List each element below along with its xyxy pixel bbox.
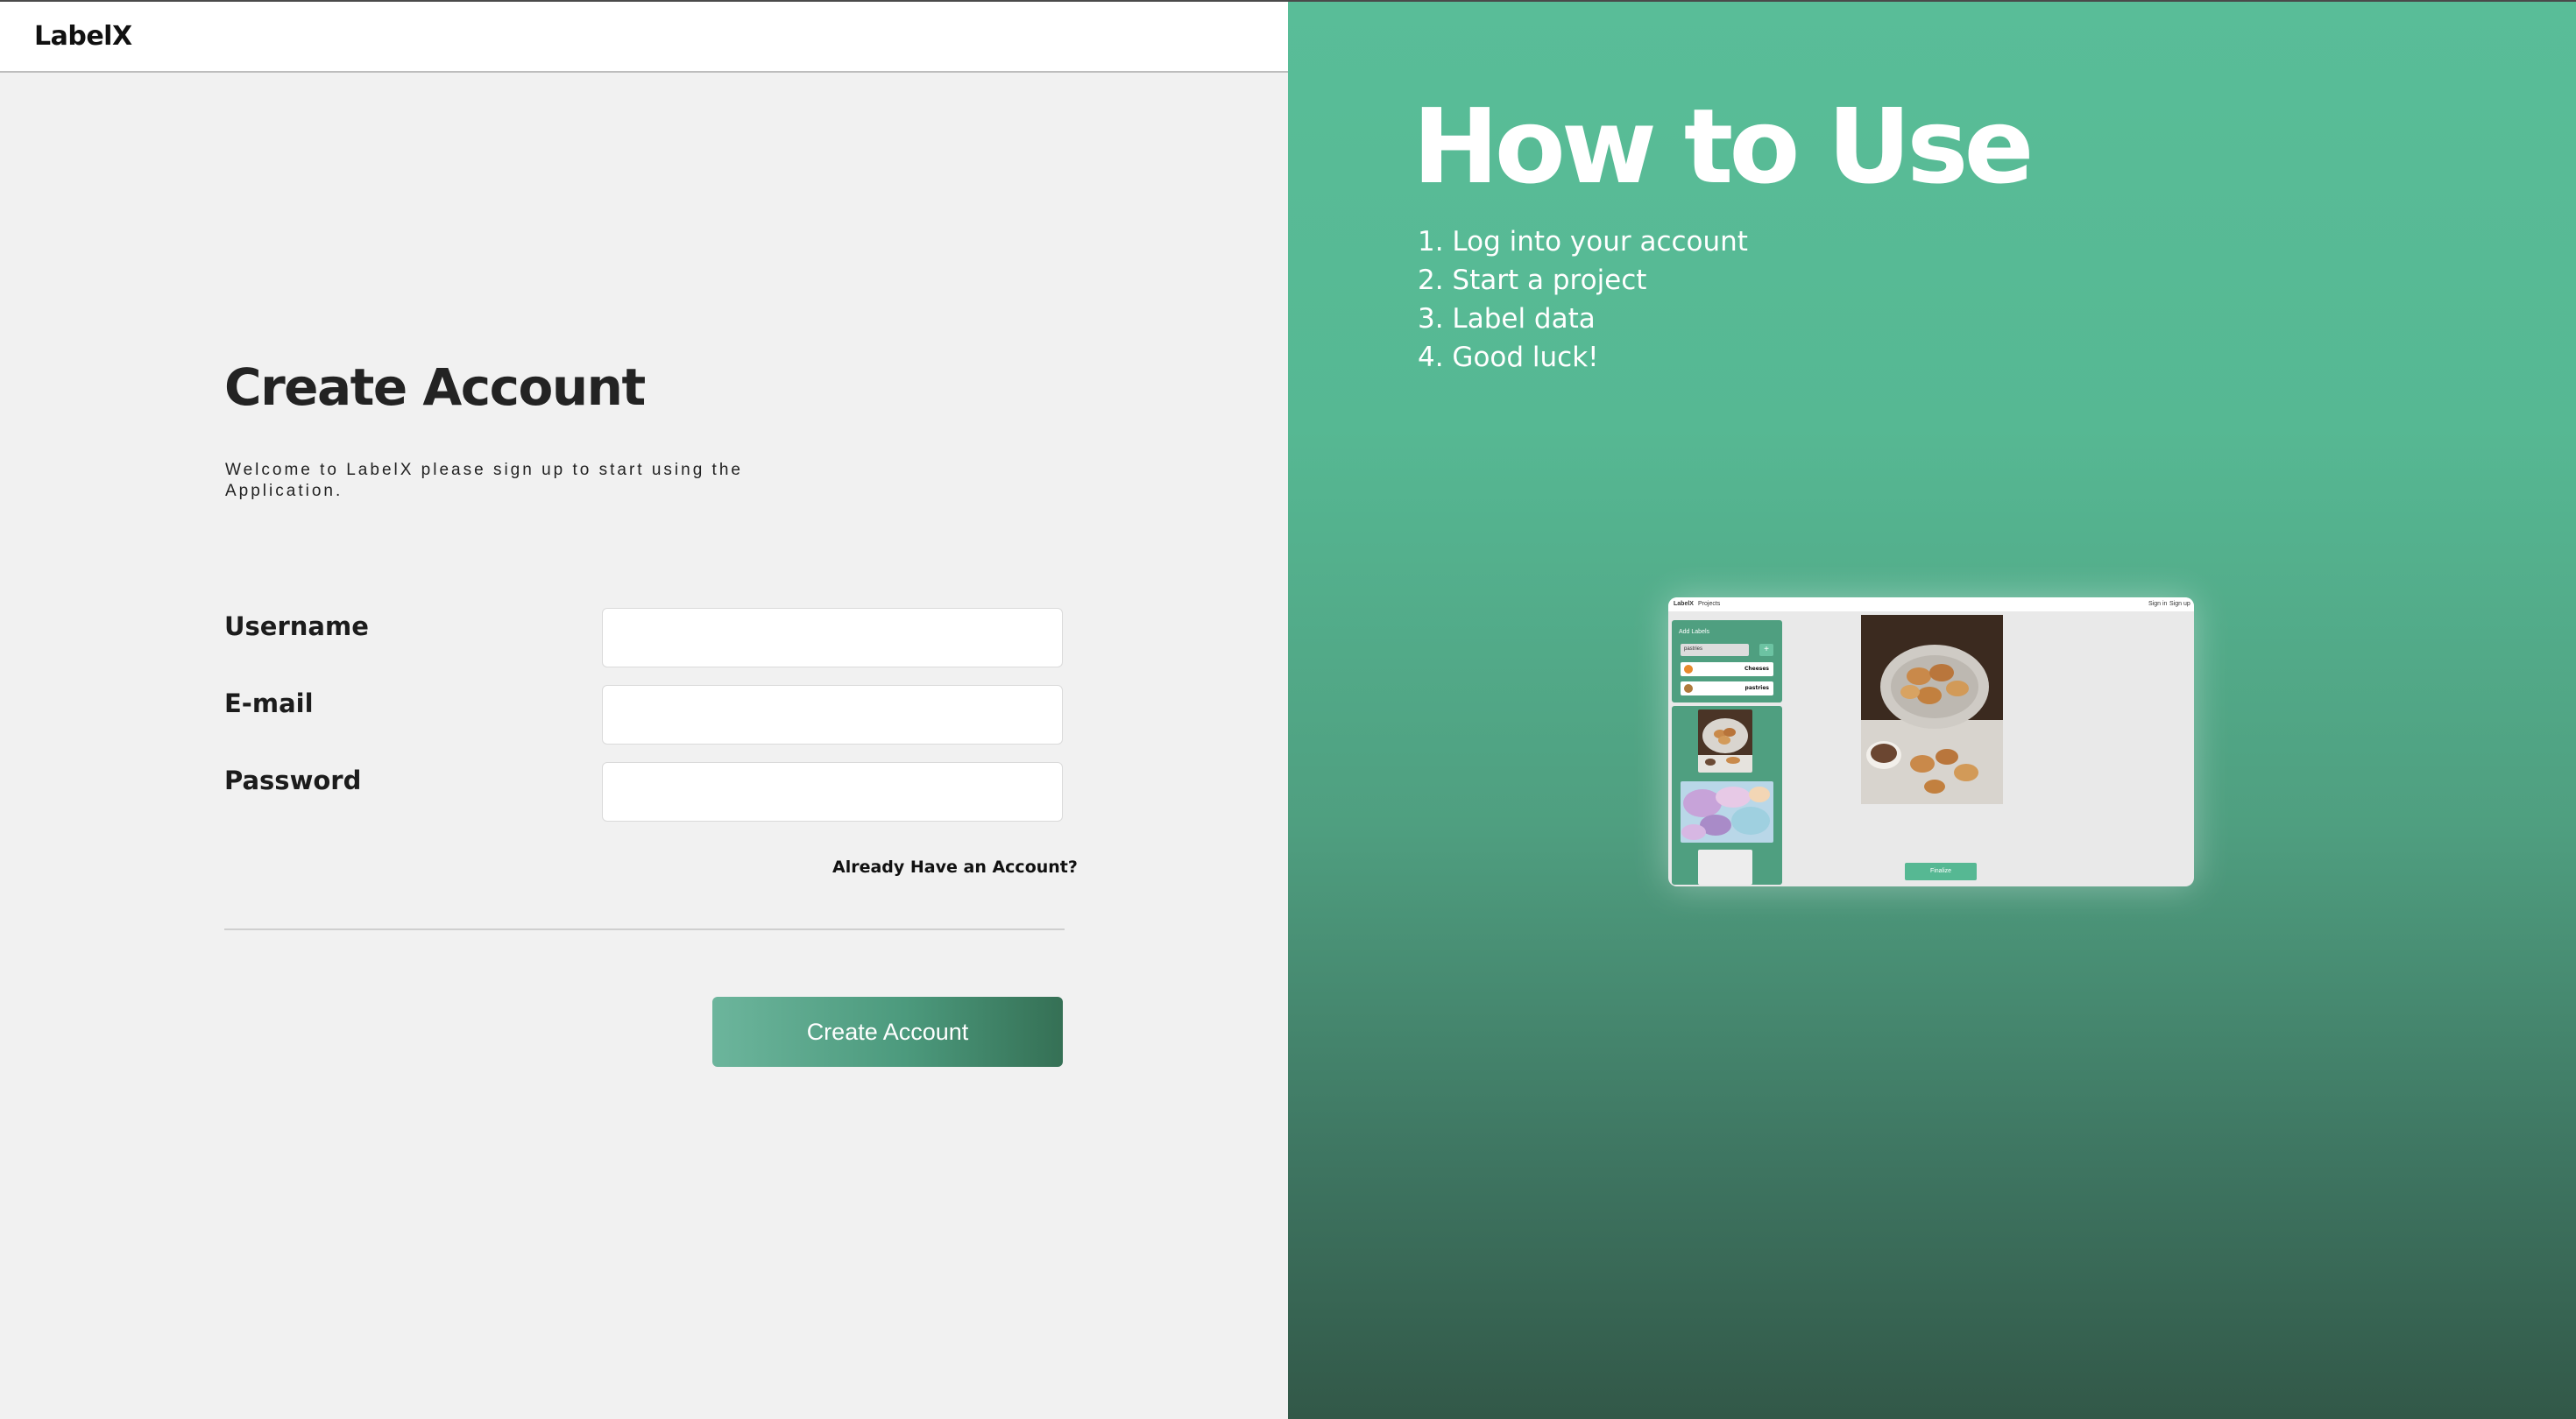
- preview-image-list: [1672, 706, 1782, 885]
- preview-nav-projects: Projects: [1698, 601, 1721, 607]
- password-input[interactable]: [602, 762, 1063, 822]
- top-navbar: LabelX: [0, 0, 1288, 73]
- abstract-thumbnail-image: [1681, 781, 1773, 843]
- pastries-thumbnail-image: [1698, 710, 1752, 773]
- username-input[interactable]: [602, 608, 1063, 667]
- preview-main-image: [1861, 615, 2003, 804]
- preview-label-item: pastries: [1681, 681, 1773, 695]
- password-label: Password: [224, 766, 362, 795]
- preview-label-color-dot: [1684, 665, 1693, 674]
- howto-title: How to Use: [1412, 86, 2035, 207]
- howto-step: 1. Log into your account: [1418, 226, 1748, 258]
- email-input[interactable]: [602, 685, 1063, 745]
- form-divider: [224, 928, 1065, 930]
- preview-nav-sign-up: Sign up: [2169, 601, 2190, 607]
- page-title: Create Account: [224, 357, 646, 417]
- howto-step: 2. Start a project: [1418, 265, 1647, 296]
- pastries-main-image: [1861, 615, 2003, 804]
- preview-thumbnail-abstract: [1681, 781, 1773, 843]
- app-logo[interactable]: LabelX: [34, 21, 132, 52]
- preview-navbar: LabelX Projects Sign in Sign up: [1668, 597, 2194, 611]
- preview-thumbnail-third: [1698, 850, 1752, 885]
- preview-label-color-dot: [1684, 684, 1693, 693]
- howto-steps: 1. Log into your account 2. Start a proj…: [1418, 222, 1748, 377]
- preview-thumbnail-pastries: [1698, 710, 1752, 773]
- page-subtitle: Welcome to LabelX please sign up to star…: [225, 461, 743, 500]
- signup-pane: LabelX Create Account Welcome to LabelX …: [0, 0, 1288, 1419]
- preview-nav-sign-in: Sign in: [2148, 601, 2168, 607]
- preview-label-input: pastries: [1681, 644, 1749, 656]
- preview-label-panel: Add Labels pastries + Cheeses pastries: [1672, 620, 1782, 702]
- preview-panel-heading: Add Labels: [1679, 629, 1710, 635]
- email-label: E-mail: [224, 688, 314, 718]
- preview-label-text: pastries: [1744, 685, 1769, 691]
- already-have-account-link[interactable]: Already Have an Account?: [832, 858, 1078, 877]
- username-label: Username: [224, 611, 369, 641]
- howto-step: 4. Good luck!: [1418, 342, 1599, 373]
- howto-pane: How to Use 1. Log into your account 2. S…: [1288, 0, 2576, 1419]
- preview-add-icon: +: [1759, 644, 1773, 656]
- preview-logo: LabelX: [1674, 601, 1694, 607]
- preview-label-text: Cheeses: [1744, 666, 1769, 672]
- app-preview-screenshot: LabelX Projects Sign in Sign up Add Labe…: [1668, 597, 2194, 886]
- howto-step: 3. Label data: [1418, 303, 1596, 335]
- preview-label-item: Cheeses: [1681, 662, 1773, 676]
- create-account-button[interactable]: Create Account: [712, 997, 1063, 1067]
- preview-sidebar: Add Labels pastries + Cheeses pastries: [1672, 620, 1782, 885]
- preview-finalize-button: Finalize: [1905, 863, 1977, 880]
